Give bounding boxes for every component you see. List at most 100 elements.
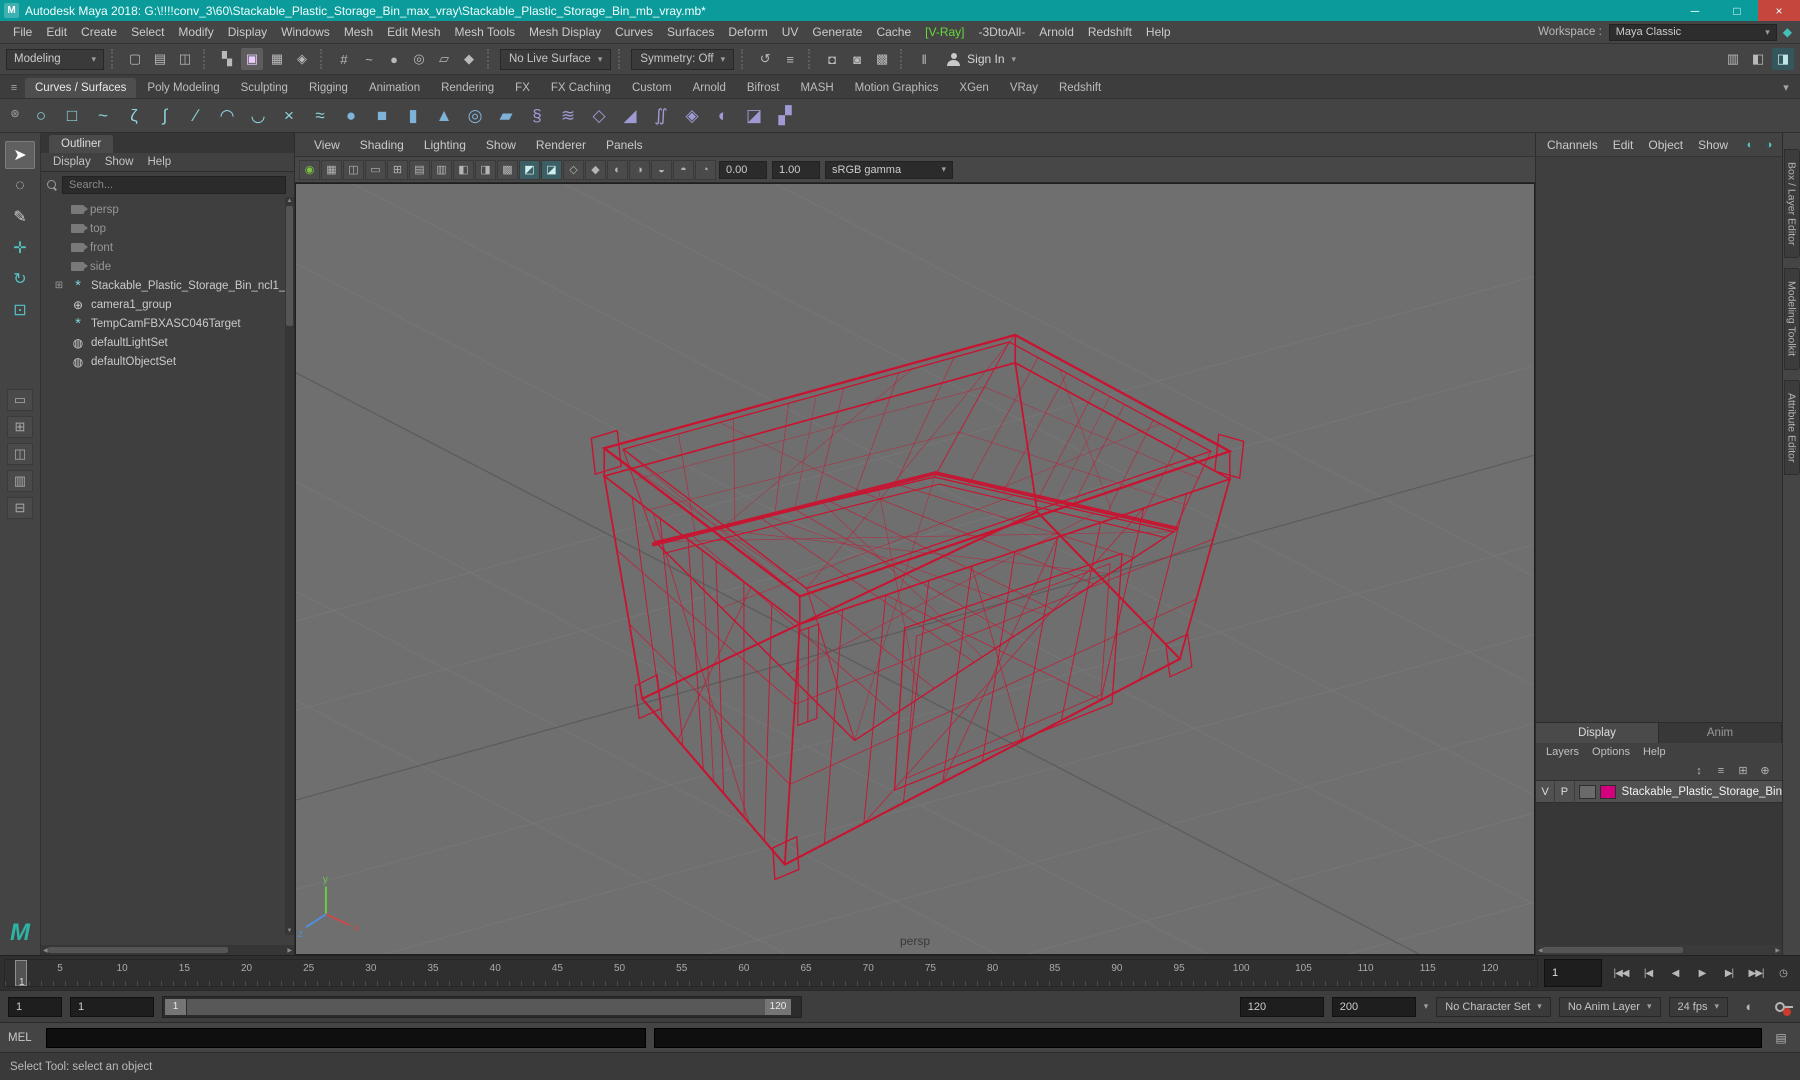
animation-start-field[interactable]: 1 bbox=[8, 996, 62, 1017]
viewport-menu-view[interactable]: View bbox=[305, 138, 349, 152]
animation-end-field[interactable]: 200 bbox=[1331, 996, 1416, 1017]
shelf-tab-motion-graphics[interactable]: Motion Graphics bbox=[845, 78, 949, 98]
scroll-right-icon[interactable]: ▶ bbox=[287, 947, 292, 954]
select-hierarchy-icon[interactable]: ▚ bbox=[216, 48, 238, 70]
resolution-gate-icon[interactable]: ◧ bbox=[453, 159, 474, 180]
layer-list[interactable]: V P Stackable_Plastic_Storage_Bin ◀ ▶ bbox=[1536, 780, 1782, 955]
shelf-tab-sculpting[interactable]: Sculpting bbox=[231, 78, 298, 98]
layout-single-pane-button[interactable]: ▭ bbox=[7, 389, 33, 411]
layer-visibility-toggle[interactable]: V bbox=[1536, 780, 1556, 803]
separator[interactable] bbox=[320, 49, 326, 69]
snap-viewplane-icon[interactable]: ▱ bbox=[433, 48, 455, 70]
layout-two-pane-side-button[interactable]: ◫ bbox=[7, 443, 33, 465]
layer-color-swatch[interactable] bbox=[1600, 784, 1616, 799]
outliner-menu-show[interactable]: Show bbox=[99, 156, 140, 168]
planar-icon[interactable]: ◇ bbox=[584, 101, 614, 130]
exposure-field[interactable]: 0.00 bbox=[719, 160, 767, 179]
paint-select-tool[interactable]: ✎ bbox=[5, 203, 35, 231]
shaded-mode-icon[interactable]: ◆ bbox=[585, 159, 606, 180]
shelf-menu-icon[interactable]: ≡ bbox=[4, 82, 24, 98]
safe-title-icon[interactable]: ◪ bbox=[541, 159, 562, 180]
select-component-icon[interactable]: ▦ bbox=[266, 48, 288, 70]
anim-layer-dropdown[interactable]: No Anim Layer ▾ bbox=[1558, 996, 1661, 1017]
field-chart-icon[interactable]: ▩ bbox=[497, 159, 518, 180]
channel-box-menu-object[interactable]: Object bbox=[1641, 138, 1690, 152]
animation-preferences-icon[interactable]: ◷ bbox=[1770, 960, 1796, 986]
tab-modeling-toolkit[interactable]: Modeling Toolkit bbox=[1783, 268, 1800, 370]
pause-icon[interactable]: ‖ bbox=[913, 48, 935, 70]
view-transform-dropdown[interactable]: sRGB gamma ▾ bbox=[825, 160, 953, 179]
shelf-tab-rendering[interactable]: Rendering bbox=[431, 78, 504, 98]
separator[interactable] bbox=[900, 49, 906, 69]
menu-item-uv[interactable]: UV bbox=[775, 23, 806, 41]
outliner-tree[interactable]: persp top front side ⊞ * Stackable_Plast… bbox=[41, 197, 294, 945]
range-slider[interactable]: 1 120 bbox=[162, 995, 802, 1018]
ep-curve-icon[interactable]: ζ bbox=[119, 101, 149, 130]
bookmarks-icon[interactable]: ◫ bbox=[343, 159, 364, 180]
shelf-tab-arnold[interactable]: Arnold bbox=[683, 78, 736, 98]
channel-box-menu-channels[interactable]: Channels bbox=[1540, 138, 1605, 152]
outliner-item-camera1-group[interactable]: ⊕ camera1_group bbox=[41, 295, 294, 314]
select-tool[interactable]: ➤ bbox=[5, 141, 35, 169]
shelf-tab-bifrost[interactable]: Bifrost bbox=[737, 78, 790, 98]
shelf-tab-mash[interactable]: MASH bbox=[790, 78, 843, 98]
two-d-pan-zoom-icon[interactable]: ⊞ bbox=[387, 159, 408, 180]
step-back-button[interactable]: |◀ bbox=[1635, 960, 1661, 986]
safe-action-icon[interactable]: ◩ bbox=[519, 159, 540, 180]
scroll-left-icon[interactable]: ◀ bbox=[43, 947, 48, 954]
outliner-horizontal-scrollbar[interactable]: ◀ ▶ bbox=[41, 945, 294, 955]
menu-item-edit[interactable]: Edit bbox=[39, 23, 74, 41]
scroll-right-icon[interactable]: ▶ bbox=[1775, 947, 1780, 954]
layout-two-pane-stacked-button[interactable]: ⊟ bbox=[7, 497, 33, 519]
layer-list-icon[interactable]: ≡ bbox=[1712, 763, 1730, 779]
channel-box-menu-icon[interactable]: ◑ bbox=[1760, 139, 1778, 151]
layer-menu-help[interactable]: Help bbox=[1637, 746, 1672, 758]
command-input[interactable] bbox=[46, 1027, 646, 1048]
shelf-tab-curves-surfaces[interactable]: Curves / Surfaces bbox=[25, 78, 137, 98]
menu-item-surfaces[interactable]: Surfaces bbox=[660, 23, 721, 41]
separator[interactable] bbox=[487, 49, 493, 69]
mute-playback-icon[interactable]: ◖ bbox=[1736, 996, 1760, 1018]
nurbs-cylinder-icon[interactable]: ▮ bbox=[398, 101, 428, 130]
layer-menu-layers[interactable]: Layers bbox=[1540, 746, 1585, 758]
outliner-menu-help[interactable]: Help bbox=[142, 156, 178, 168]
menu-item-edit-mesh[interactable]: Edit Mesh bbox=[380, 23, 447, 41]
motion-blur-icon[interactable]: ◔ bbox=[695, 159, 716, 180]
move-tool[interactable]: ✛ bbox=[5, 234, 35, 262]
image-plane-icon[interactable]: ▭ bbox=[365, 159, 386, 180]
nurbs-cube-icon[interactable]: ■ bbox=[367, 101, 397, 130]
menu-item-3dtoall[interactable]: -3DtoAll- bbox=[972, 23, 1033, 41]
go-to-start-button[interactable]: |◀◀ bbox=[1608, 960, 1634, 986]
viewport-menu-lighting[interactable]: Lighting bbox=[415, 138, 475, 152]
wireframe-mode-icon[interactable]: ◇ bbox=[563, 159, 584, 180]
pencil-curve-icon[interactable]: ∕ bbox=[181, 101, 211, 130]
outliner-tab[interactable]: Outliner bbox=[49, 135, 114, 153]
layout-outliner-persp-button[interactable]: ▥ bbox=[7, 470, 33, 492]
stitch-icon[interactable]: ▞ bbox=[770, 101, 800, 130]
outliner-item-top[interactable]: top bbox=[41, 219, 294, 238]
viewport-canvas[interactable]: y x z persp bbox=[295, 183, 1535, 955]
close-button[interactable]: × bbox=[1758, 0, 1800, 21]
camera-attributes-icon[interactable]: ▦ bbox=[321, 159, 342, 180]
go-to-end-button[interactable]: ▶▶| bbox=[1743, 960, 1769, 986]
menu-item-select[interactable]: Select bbox=[124, 23, 171, 41]
snap-grid-icon[interactable]: # bbox=[333, 48, 355, 70]
menu-item-mesh[interactable]: Mesh bbox=[337, 23, 380, 41]
shelf-tab-rigging[interactable]: Rigging bbox=[299, 78, 358, 98]
character-set-dropdown[interactable]: No Character Set ▾ bbox=[1436, 996, 1551, 1017]
sign-in-button[interactable]: Sign In ▾ bbox=[938, 48, 1025, 70]
layer-display-type-box[interactable] bbox=[1578, 784, 1597, 799]
layer-sort-icon[interactable]: ↕ bbox=[1690, 763, 1708, 779]
outliner-menu-display[interactable]: Display bbox=[47, 156, 97, 168]
menu-item-display[interactable]: Display bbox=[221, 23, 274, 41]
extrude-icon[interactable]: ◢ bbox=[615, 101, 645, 130]
select-asset-icon[interactable]: ◈ bbox=[291, 48, 313, 70]
shelf-tab-fx[interactable]: FX bbox=[505, 78, 540, 98]
command-output[interactable] bbox=[654, 1027, 1762, 1048]
nurbs-cone-icon[interactable]: ▲ bbox=[429, 101, 459, 130]
shelf-tab-xgen[interactable]: XGen bbox=[949, 78, 998, 98]
chevron-down-icon[interactable]: ▾ bbox=[1424, 1001, 1429, 1012]
toolbox-toggle-icon[interactable]: ▥ bbox=[1722, 48, 1744, 70]
new-empty-layer-icon[interactable]: ⊞ bbox=[1734, 763, 1752, 779]
time-slider-track[interactable]: 1 51015202530354045505560657075808590951… bbox=[4, 959, 1538, 988]
